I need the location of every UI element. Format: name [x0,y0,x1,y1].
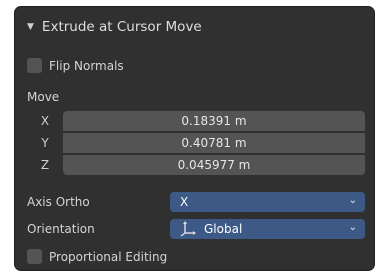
move-label: Move [27,90,60,104]
redo-panel: ▼ Extrude at Cursor Move Flip Normals Mo… [14,6,375,271]
panel-header[interactable]: ▼ Extrude at Cursor Move [15,7,374,47]
chevron-down-icon: ⌄ [348,195,357,206]
orientation-value: Global [204,222,243,236]
proportional-editing-label: Proportional Editing [49,249,168,264]
axis-ortho-value: X [180,195,189,209]
orientation-dropdown[interactable]: Global ⌄ [170,219,365,239]
move-y-label: Y [41,136,49,150]
axis-ortho-label: Axis Ortho [27,195,90,209]
move-x-label: X [40,114,50,128]
move-z-field[interactable]: 0.045977 m [63,155,365,175]
flip-normals-label: Flip Normals [49,58,124,73]
move-y-value: 0.40781 m [181,136,247,150]
orientation-label: Orientation [27,222,95,236]
move-x-field[interactable]: 0.18391 m [63,111,365,131]
move-x-value: 0.18391 m [181,114,247,128]
move-z-label: Z [40,158,50,172]
panel-title: Extrude at Cursor Move [41,19,202,35]
axis-ortho-dropdown[interactable]: X ⌄ [170,192,365,212]
orientation-gizmo-icon [180,221,196,237]
move-heading: Move [27,90,374,104]
flip-normals-checkbox[interactable] [27,58,42,73]
move-y-field[interactable]: 0.40781 m [63,133,365,153]
proportional-editing-row[interactable]: Proportional Editing [27,249,374,264]
proportional-editing-checkbox[interactable] [27,249,42,264]
move-z-value: 0.045977 m [177,158,251,172]
flip-normals-row[interactable]: Flip Normals [27,58,374,73]
collapse-triangle-icon[interactable]: ▼ [27,22,34,32]
chevron-down-icon: ⌄ [348,222,357,233]
